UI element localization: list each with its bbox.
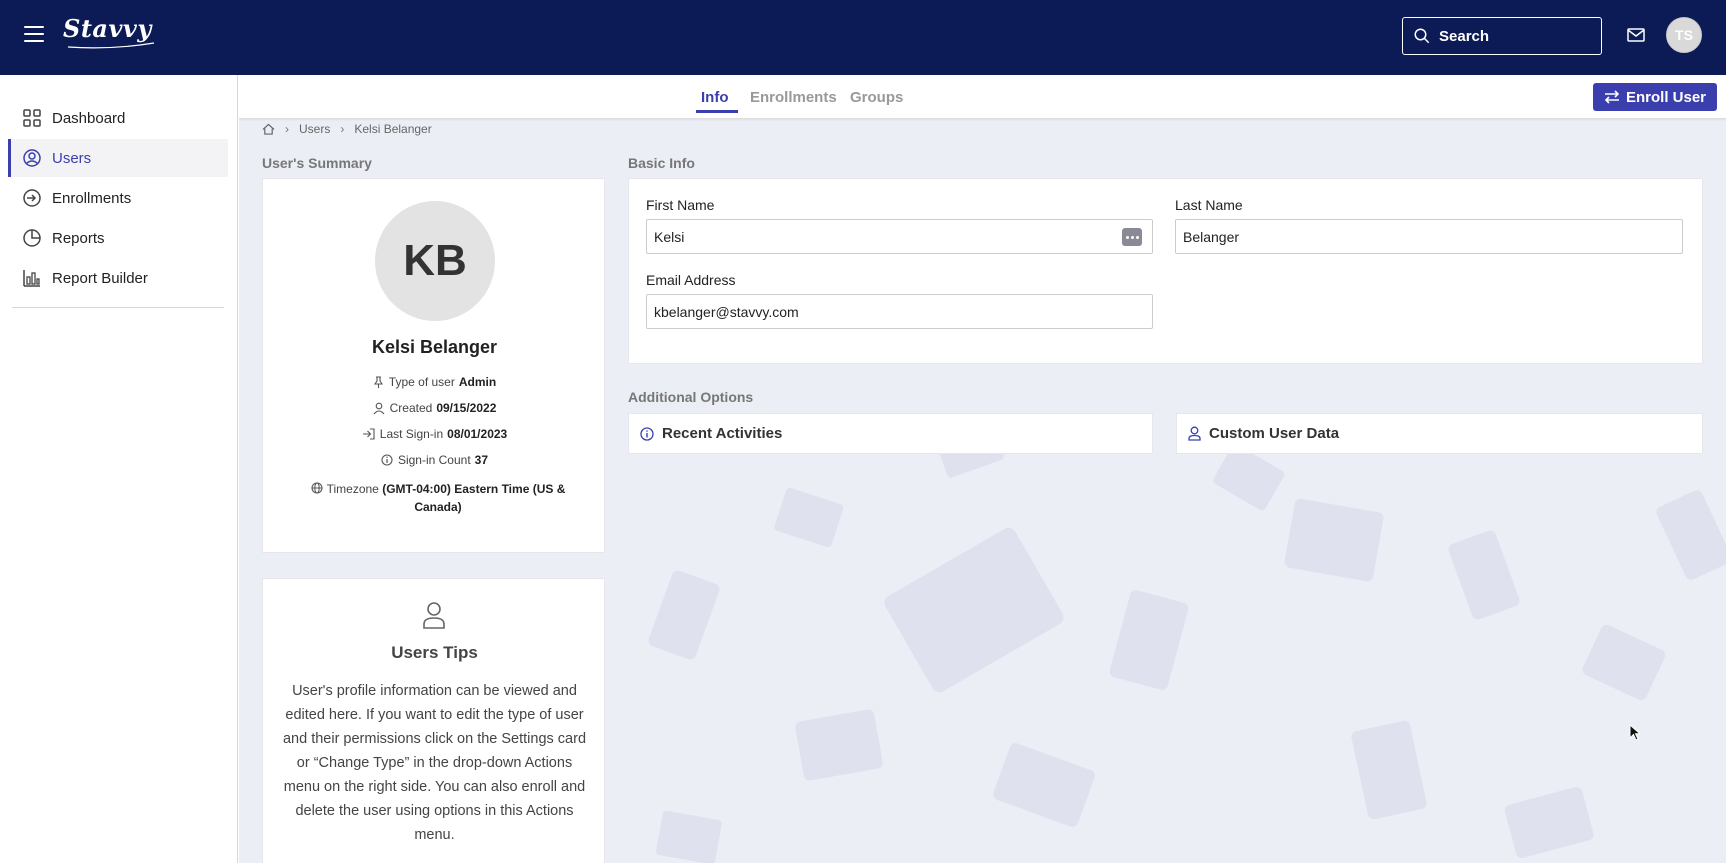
sidebar: Dashboard Users Enrollments Reports Repo… — [0, 75, 238, 863]
top-bar: Stavvy Search TS — [0, 0, 1726, 75]
sidebar-item-label: Enrollments — [52, 189, 132, 207]
mouse-cursor-icon — [1629, 724, 1641, 741]
timezone-value: (GMT-04:00) Eastern Time (US & Canada) — [382, 482, 566, 514]
sidebar-item-label: Dashboard — [52, 109, 126, 127]
chevron-right-icon: › — [285, 122, 289, 136]
custom-user-data-card[interactable]: Custom User Data — [1176, 413, 1703, 454]
sidebar-item-label: Users — [52, 149, 92, 167]
last-name-label: Last Name — [1175, 197, 1243, 213]
mail-icon[interactable] — [1627, 27, 1645, 43]
user-summary-card: KB Kelsi Belanger Type of user Admin Crea… — [262, 178, 605, 553]
sign-in-icon — [362, 428, 375, 440]
user-avatar[interactable]: TS — [1666, 17, 1702, 53]
sidebar-item-report-builder[interactable]: Report Builder — [8, 259, 228, 297]
search-icon — [1414, 28, 1430, 44]
timezone-row: Timezone (GMT-04:00) Eastern Time (US & … — [293, 480, 583, 516]
user-avatar-large: KB — [375, 201, 495, 321]
users-summary-title: User's Summary — [262, 155, 372, 171]
last-signin-row: Last Sign-in 08/01/2023 — [263, 427, 606, 441]
user-type-row: Type of user Admin — [263, 375, 606, 389]
user-circle-icon — [23, 149, 41, 167]
tab-info[interactable]: Info — [701, 89, 729, 106]
email-value: kbelanger@stavvy.com — [654, 303, 799, 320]
breadcrumb: › Users › Kelsi Belanger — [262, 122, 432, 136]
basic-info-title: Basic Info — [628, 155, 695, 171]
user-name: Kelsi Belanger — [371, 337, 498, 357]
sidebar-item-enrollments[interactable]: Enrollments — [8, 179, 228, 217]
breadcrumb-current: Kelsi Belanger — [354, 122, 432, 136]
info-circle-icon — [640, 426, 654, 441]
first-name-label: First Name — [646, 197, 715, 213]
tab-enrollments[interactable]: Enrollments — [750, 89, 837, 106]
timezone-label: Timezone — [326, 482, 379, 496]
hamburger-menu-icon[interactable] — [24, 26, 44, 42]
main-content: Info Enrollments Groups Enroll User › Us… — [239, 75, 1726, 863]
email-label: Email Address — [646, 272, 736, 288]
first-name-input[interactable]: Kelsi — [646, 219, 1153, 254]
signin-count-row: Sign-in Count 37 — [263, 453, 606, 467]
logo-swoosh-icon — [67, 42, 155, 49]
tab-bar: Info Enrollments Groups Enroll User — [239, 75, 1726, 119]
search-input[interactable]: Search — [1402, 17, 1602, 55]
created-value: 09/15/2022 — [436, 401, 497, 415]
breadcrumb-users[interactable]: Users — [299, 122, 330, 136]
bar-chart-icon — [23, 270, 40, 287]
enter-icon — [23, 189, 41, 207]
info-circle-icon — [381, 454, 393, 466]
signin-count-value: 37 — [474, 453, 489, 467]
last-signin-label: Last Sign-in — [379, 427, 444, 441]
search-label: Search — [1439, 27, 1490, 45]
tips-title: Users Tips — [391, 643, 478, 662]
email-input[interactable]: kbelanger@stavvy.com — [646, 294, 1153, 329]
last-signin-value: 08/01/2023 — [447, 427, 508, 441]
swap-arrows-icon — [1604, 90, 1620, 104]
password-manager-icon[interactable] — [1122, 228, 1142, 246]
last-name-input[interactable]: Belanger — [1175, 219, 1683, 254]
users-tips-card: Users Tips User's profile information ca… — [262, 578, 605, 863]
signin-count-label: Sign-in Count — [397, 453, 471, 467]
chevron-right-icon: › — [340, 122, 345, 136]
person-icon — [373, 402, 385, 414]
user-type-value: Admin — [458, 375, 497, 389]
recent-activities-card[interactable]: Recent Activities — [628, 413, 1153, 454]
enroll-user-label: Enroll User — [1625, 88, 1707, 106]
basic-info-card: First Name Kelsi Last Name Belanger Emai… — [628, 178, 1703, 364]
tips-text: User's profile information can be viewed… — [282, 683, 587, 843]
user-type-label: Type of user — [388, 375, 455, 389]
pin-icon — [373, 375, 383, 388]
logo[interactable]: Stavvy — [63, 14, 152, 43]
enroll-user-button[interactable]: Enroll User — [1593, 83, 1717, 111]
created-label: Created — [389, 401, 433, 415]
person-outline-icon — [423, 602, 445, 629]
home-icon[interactable] — [262, 123, 275, 135]
last-name-value: Belanger — [1183, 228, 1240, 245]
sidebar-divider — [12, 307, 224, 308]
first-name-value: Kelsi — [654, 228, 685, 245]
active-tab-indicator — [696, 110, 738, 113]
person-icon — [1188, 426, 1201, 441]
tab-groups[interactable]: Groups — [850, 89, 903, 106]
custom-user-data-label: Custom User Data — [1209, 425, 1340, 442]
grid-icon — [23, 109, 41, 127]
sidebar-item-label: Report Builder — [52, 269, 148, 287]
created-row: Created 09/15/2022 — [263, 401, 606, 415]
recent-activities-label: Recent Activities — [662, 425, 783, 442]
sidebar-item-users[interactable]: Users — [8, 139, 228, 177]
sidebar-item-reports[interactable]: Reports — [8, 219, 228, 257]
sidebar-item-label: Reports — [52, 229, 105, 247]
globe-icon — [311, 482, 323, 494]
sidebar-item-dashboard[interactable]: Dashboard — [8, 99, 228, 137]
pie-chart-icon — [23, 229, 41, 247]
additional-options-title: Additional Options — [628, 389, 754, 405]
